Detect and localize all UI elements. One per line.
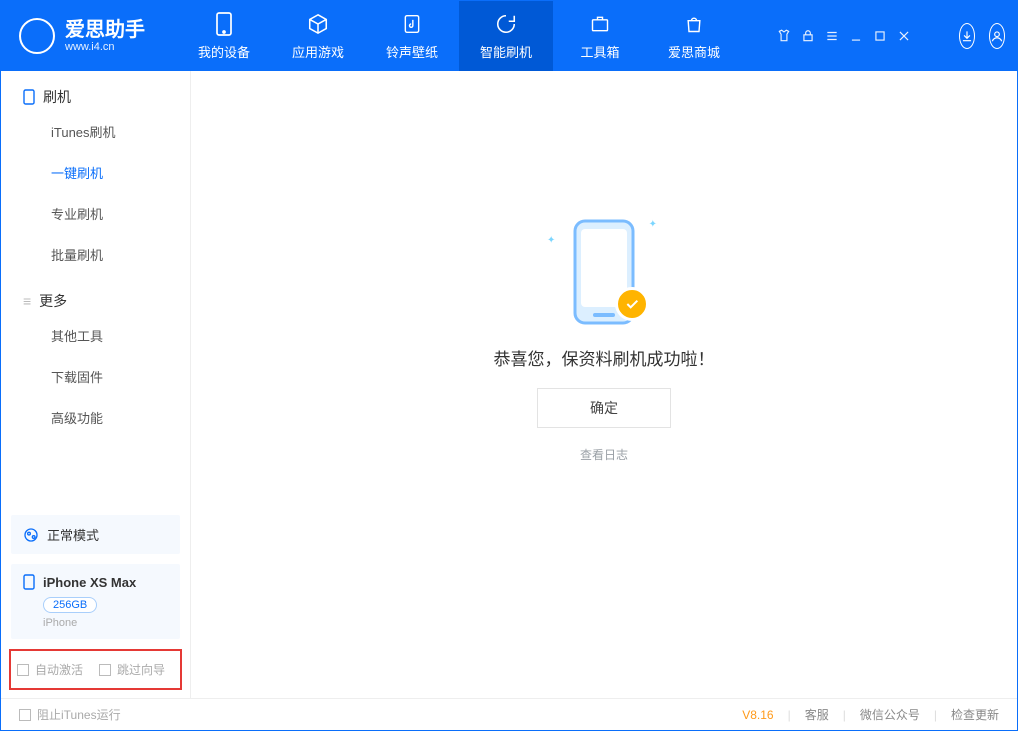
tab-label: 工具箱: [580, 42, 619, 61]
tab-ringtone-wallpaper[interactable]: 铃声壁纸: [365, 1, 459, 71]
success-check-icon: [615, 287, 649, 321]
window-controls-mini: [777, 29, 911, 43]
sidebar-item-itunes-flash[interactable]: iTunes刷机: [1, 111, 190, 152]
menu-icon[interactable]: [825, 29, 839, 43]
titlebar: 爱思助手 www.i4.cn 我的设备 应用游戏 铃声壁纸 智能刷机: [1, 1, 1017, 71]
checkbox-skip-guide[interactable]: 跳过向导: [99, 661, 165, 678]
sidebar-item-other-tools[interactable]: 其他工具: [1, 315, 190, 356]
titlebar-right: [777, 23, 1005, 49]
device-type: iPhone: [43, 617, 168, 629]
wechat-link[interactable]: 微信公众号: [860, 706, 920, 723]
support-link[interactable]: 客服: [805, 706, 829, 723]
tab-my-device[interactable]: 我的设备: [177, 1, 271, 71]
success-message: 恭喜您，保资料刷机成功啦！: [494, 345, 715, 370]
flash-options-highlight: 自动激活 跳过向导: [9, 649, 182, 690]
sidebar: 刷机 iTunes刷机 一键刷机 专业刷机 批量刷机 ≡ 更多 其他工具 下载固…: [1, 71, 191, 698]
user-icon[interactable]: [989, 23, 1005, 49]
main-panel: ✦ ✦ 恭喜您，保资料刷机成功啦！ 确定 查看日志: [191, 71, 1017, 698]
shirt-icon[interactable]: [777, 29, 791, 43]
brand-name: 爱思助手: [65, 19, 145, 41]
tab-label: 铃声壁纸: [386, 42, 438, 61]
sidebar-item-advanced[interactable]: 高级功能: [1, 397, 190, 438]
device-info-box[interactable]: iPhone XS Max 256GB iPhone: [11, 564, 180, 639]
view-log-link[interactable]: 查看日志: [580, 446, 628, 463]
check-update-link[interactable]: 检查更新: [951, 706, 999, 723]
sidebar-item-onekey-flash[interactable]: 一键刷机: [1, 152, 190, 193]
app-window: 爱思助手 www.i4.cn 我的设备 应用游戏 铃声壁纸 智能刷机: [0, 0, 1018, 731]
download-icon[interactable]: [959, 23, 975, 49]
device-small-icon: [23, 89, 35, 105]
phone-icon: [212, 12, 236, 36]
version-label: V8.16: [742, 708, 773, 722]
tab-toolbox[interactable]: 工具箱: [553, 1, 647, 71]
list-icon: ≡: [23, 293, 31, 309]
bag-icon: [682, 12, 706, 36]
refresh-shield-icon: [494, 12, 518, 36]
checkbox-block-itunes[interactable]: 阻止iTunes运行: [19, 706, 121, 723]
briefcase-icon: [588, 12, 612, 36]
sparkle-icon: ✦: [649, 219, 657, 230]
sidebar-item-pro-flash[interactable]: 专业刷机: [1, 193, 190, 234]
phone-small-icon: [23, 574, 35, 590]
sidebar-item-download-firmware[interactable]: 下载固件: [1, 356, 190, 397]
statusbar: 阻止iTunes运行 V8.16 | 客服 | 微信公众号 | 检查更新: [1, 698, 1017, 730]
tab-label: 应用游戏: [292, 42, 344, 61]
tab-store[interactable]: 爱思商城: [647, 1, 741, 71]
mode-icon: [23, 527, 39, 543]
mode-label: 正常模式: [47, 525, 99, 544]
music-icon: [400, 12, 424, 36]
confirm-button[interactable]: 确定: [537, 388, 671, 428]
logo-icon: [19, 18, 55, 54]
sidebar-item-batch-flash[interactable]: 批量刷机: [1, 234, 190, 275]
cube-icon: [306, 12, 330, 36]
tab-label: 爱思商城: [668, 42, 720, 61]
brand-url: www.i4.cn: [65, 41, 145, 53]
lock-icon[interactable]: [801, 29, 815, 43]
tab-smart-flash[interactable]: 智能刷机: [459, 1, 553, 71]
main-tabs: 我的设备 应用游戏 铃声壁纸 智能刷机 工具箱 爱思商城: [177, 1, 741, 71]
device-capacity: 256GB: [43, 597, 97, 613]
close-icon[interactable]: [897, 29, 911, 43]
checkbox-auto-activate[interactable]: 自动激活: [17, 661, 83, 678]
tab-label: 智能刷机: [480, 42, 532, 61]
tab-apps-games[interactable]: 应用游戏: [271, 1, 365, 71]
sparkle-icon: ✦: [547, 235, 555, 246]
success-illustration: ✦ ✦: [569, 217, 639, 327]
sidebar-group-more: ≡ 更多: [1, 275, 190, 315]
device-mode-box[interactable]: 正常模式: [11, 515, 180, 554]
minimize-icon[interactable]: [849, 29, 863, 43]
maximize-icon[interactable]: [873, 29, 887, 43]
tab-label: 我的设备: [198, 42, 250, 61]
app-body: 刷机 iTunes刷机 一键刷机 专业刷机 批量刷机 ≡ 更多 其他工具 下载固…: [1, 71, 1017, 698]
sidebar-group-flash: 刷机: [1, 71, 190, 111]
device-name: iPhone XS Max: [43, 575, 136, 590]
logo: 爱思助手 www.i4.cn: [19, 18, 145, 54]
